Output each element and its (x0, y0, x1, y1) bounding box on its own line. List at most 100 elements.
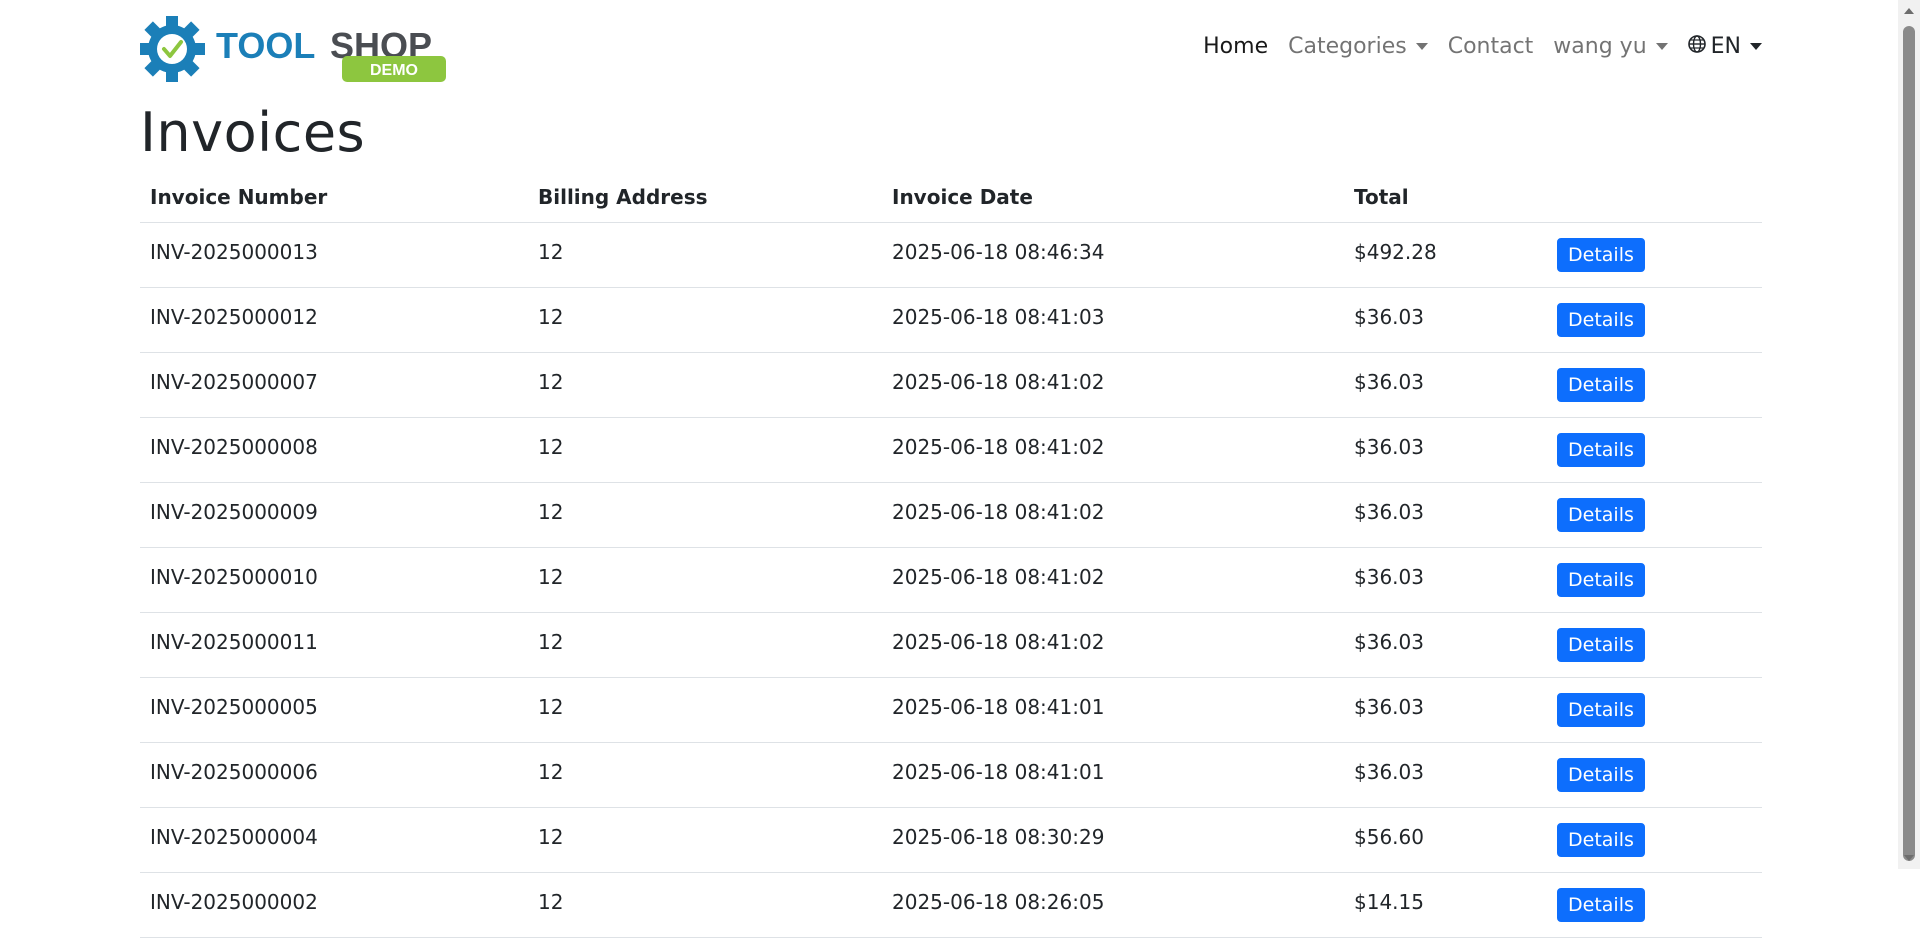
brand-name-tool: TOOL (216, 25, 315, 66)
invoice-date-cell: 2025-06-18 08:41:01 (882, 677, 1344, 743)
invoice-number-cell: INV-2025000005 (140, 677, 528, 743)
table-row: INV-2025000010 12 2025-06-18 08:41:02 $36.0… (140, 547, 1762, 613)
details-button[interactable]: Details (1557, 432, 1645, 468)
invoice-number-cell: INV-2025000009 (140, 482, 528, 548)
actions-cell: Details (1547, 482, 1762, 548)
scroll-thumb[interactable] (1903, 26, 1915, 861)
table-row: INV-2025000006 12 2025-06-18 08:41:01 $36.0… (140, 742, 1762, 808)
table-row: INV-2025000013 12 2025-06-18 08:46:34 $492.… (140, 222, 1762, 288)
actions-cell: Details (1547, 417, 1762, 483)
gear-check-logo-icon: TOOL SHOP DEMO (140, 16, 446, 82)
details-button[interactable]: Details (1557, 497, 1645, 533)
actions-cell: Details (1547, 807, 1762, 873)
invoice-number-cell: INV-2025000011 (140, 612, 528, 678)
details-button[interactable]: Details (1557, 822, 1645, 858)
total-cell: $36.03 (1344, 612, 1547, 678)
invoice-number-cell: INV-2025000013 (140, 222, 528, 288)
actions-cell: Details (1547, 872, 1762, 938)
actions-cell: Details (1547, 677, 1762, 743)
nav-contact-label: Contact (1447, 34, 1534, 59)
billing-address-cell: 12 (528, 807, 882, 873)
header-billing-address: Billing Address (528, 172, 882, 223)
total-cell: $36.03 (1344, 352, 1547, 418)
nav-contact[interactable]: Contact (1438, 34, 1544, 59)
total-cell: $36.03 (1344, 482, 1547, 548)
main-nav: Home Categories Contact wang yu EN (1193, 34, 1762, 59)
actions-cell: Details (1547, 612, 1762, 678)
billing-address-cell: 12 (528, 417, 882, 483)
toolshop-logo[interactable]: TOOL SHOP DEMO (140, 16, 450, 84)
actions-cell: Details (1547, 742, 1762, 808)
invoice-date-cell: 2025-06-18 08:41:02 (882, 482, 1344, 548)
invoice-date-cell: 2025-06-18 08:41:02 (882, 417, 1344, 483)
scroll-up-arrow-icon[interactable] (1904, 8, 1914, 14)
billing-address-cell: 12 (528, 352, 882, 418)
caret-down-icon (1750, 43, 1762, 50)
total-cell: $14.15 (1344, 872, 1547, 938)
table-row: INV-2025000012 12 2025-06-18 08:41:03 $36.0… (140, 287, 1762, 353)
billing-address-cell: 12 (528, 222, 882, 288)
table-row: INV-2025000002 12 2025-06-18 08:26:05 $14.1… (140, 872, 1762, 938)
details-button[interactable]: Details (1557, 562, 1645, 598)
invoice-date-cell: 2025-06-18 08:41:02 (882, 612, 1344, 678)
total-cell: $36.03 (1344, 547, 1547, 613)
details-button[interactable]: Details (1557, 692, 1645, 728)
total-cell: $36.03 (1344, 417, 1547, 483)
vertical-scrollbar[interactable] (1898, 0, 1920, 869)
billing-address-cell: 12 (528, 482, 882, 548)
billing-address-cell: 12 (528, 677, 882, 743)
table-row: INV-2025000005 12 2025-06-18 08:41:01 $36.0… (140, 677, 1762, 743)
page: TOOL SHOP DEMO Home Categories Contact w… (140, 0, 1762, 938)
total-cell: $36.03 (1344, 742, 1547, 808)
invoice-number-cell: INV-2025000002 (140, 872, 528, 938)
nav-home[interactable]: Home (1193, 34, 1278, 59)
invoice-date-cell: 2025-06-18 08:30:29 (882, 807, 1344, 873)
invoice-number-cell: INV-2025000006 (140, 742, 528, 808)
billing-address-cell: 12 (528, 547, 882, 613)
billing-address-cell: 12 (528, 287, 882, 353)
details-button[interactable]: Details (1557, 627, 1645, 663)
nav-language-label: EN (1710, 34, 1741, 59)
invoice-number-cell: INV-2025000004 (140, 807, 528, 873)
table-row: INV-2025000009 12 2025-06-18 08:41:02 $36.0… (140, 482, 1762, 548)
scroll-down-arrow-icon[interactable] (1904, 855, 1914, 861)
table-row: INV-2025000008 12 2025-06-18 08:41:02 $36.0… (140, 417, 1762, 483)
invoice-date-cell: 2025-06-18 08:26:05 (882, 872, 1344, 938)
table-row: INV-2025000011 12 2025-06-18 08:41:02 $36.0… (140, 612, 1762, 678)
invoices-table: Invoice Number Billing Address Invoice D… (140, 172, 1762, 938)
nav-user-label: wang yu (1553, 34, 1647, 59)
nav-user-menu[interactable]: wang yu (1543, 34, 1677, 59)
header-invoice-date: Invoice Date (882, 172, 1344, 223)
total-cell: $492.28 (1344, 222, 1547, 288)
actions-cell: Details (1547, 547, 1762, 613)
details-button[interactable]: Details (1557, 302, 1645, 338)
details-button[interactable]: Details (1557, 757, 1645, 793)
billing-address-cell: 12 (528, 742, 882, 808)
invoice-date-cell: 2025-06-18 08:41:02 (882, 352, 1344, 418)
nav-categories-label: Categories (1288, 34, 1407, 59)
actions-cell: Details (1547, 222, 1762, 288)
details-button[interactable]: Details (1557, 237, 1645, 273)
invoice-number-cell: INV-2025000012 (140, 287, 528, 353)
total-cell: $36.03 (1344, 677, 1547, 743)
billing-address-cell: 12 (528, 872, 882, 938)
table-row: INV-2025000007 12 2025-06-18 08:41:02 $36.0… (140, 352, 1762, 418)
actions-cell: Details (1547, 287, 1762, 353)
details-button[interactable]: Details (1557, 887, 1645, 923)
invoice-number-cell: INV-2025000008 (140, 417, 528, 483)
nav-language-dropdown[interactable]: EN (1678, 34, 1762, 59)
table-header-row: Invoice Number Billing Address Invoice D… (140, 172, 1762, 223)
invoice-number-cell: INV-2025000007 (140, 352, 528, 418)
nav-categories-dropdown[interactable]: Categories (1278, 34, 1438, 59)
billing-address-cell: 12 (528, 612, 882, 678)
invoice-date-cell: 2025-06-18 08:41:02 (882, 547, 1344, 613)
nav-home-label: Home (1203, 34, 1269, 59)
header-total: Total (1344, 172, 1547, 223)
page-title: Invoices (140, 101, 366, 164)
header-actions (1547, 172, 1762, 223)
caret-down-icon (1655, 43, 1668, 50)
details-button[interactable]: Details (1557, 367, 1645, 403)
actions-cell: Details (1547, 352, 1762, 418)
invoice-number-cell: INV-2025000010 (140, 547, 528, 613)
caret-down-icon (1415, 43, 1428, 50)
